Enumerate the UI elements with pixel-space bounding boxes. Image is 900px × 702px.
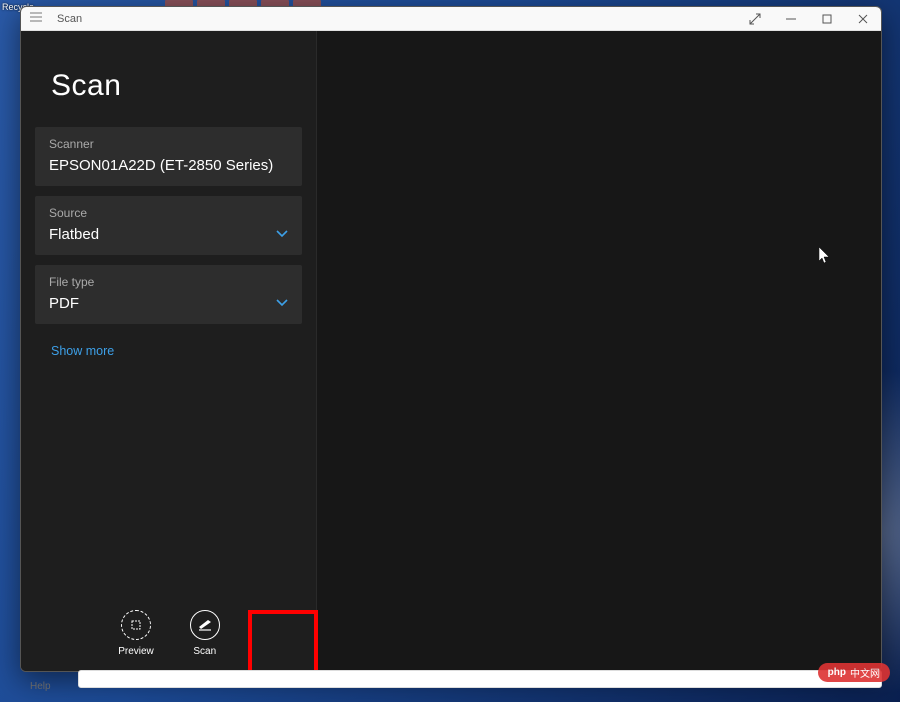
help-label: Help (30, 681, 51, 692)
watermark-brand: php (828, 667, 846, 678)
source-dropdown[interactable]: Source Flatbed (35, 196, 302, 255)
scanner-field[interactable]: Scanner EPSON01A22D (ET-2850 Series) (35, 127, 302, 186)
titlebar: Scan (21, 7, 881, 31)
preview-button[interactable]: Preview (118, 610, 154, 657)
minimize-button[interactable] (773, 7, 809, 31)
preview-icon (121, 610, 151, 640)
filetype-dropdown[interactable]: File type PDF (35, 265, 302, 324)
scan-preview-area (317, 31, 881, 671)
scan-button[interactable]: Scan (190, 610, 220, 657)
source-value: Flatbed (49, 226, 268, 243)
maximize-button[interactable] (809, 7, 845, 31)
filetype-label: File type (49, 275, 268, 289)
scan-icon (190, 610, 220, 640)
scanner-value: EPSON01A22D (ET-2850 Series) (49, 157, 288, 174)
mouse-cursor-icon (819, 247, 831, 265)
scanner-label: Scanner (49, 137, 288, 151)
window-content: Scan Scanner EPSON01A22D (ET-2850 Series… (21, 31, 881, 671)
scan-label: Scan (193, 646, 216, 657)
scan-app-window: Scan Scan Scanner EPSON01A22D (ET-2850 S… (20, 6, 882, 672)
settings-sidebar: Scan Scanner EPSON01A22D (ET-2850 Series… (21, 31, 317, 671)
show-more-link[interactable]: Show more (21, 334, 316, 358)
fullscreen-button[interactable] (737, 7, 773, 31)
watermark-suffix: 中文网 (850, 665, 880, 680)
background-window-stub: Help (20, 676, 882, 696)
bottom-action-bar: Preview Scan (21, 610, 317, 671)
background-input-stub (78, 670, 882, 688)
watermark-badge: php 中文网 (818, 663, 890, 682)
chevron-down-icon (276, 227, 288, 241)
close-button[interactable] (845, 7, 881, 31)
window-title: Scan (51, 13, 82, 25)
preview-label: Preview (118, 646, 154, 657)
hamburger-menu-button[interactable] (21, 12, 51, 25)
chevron-down-icon (276, 296, 288, 310)
app-title: Scan (21, 31, 316, 127)
filetype-value: PDF (49, 295, 268, 312)
source-label: Source (49, 206, 268, 220)
